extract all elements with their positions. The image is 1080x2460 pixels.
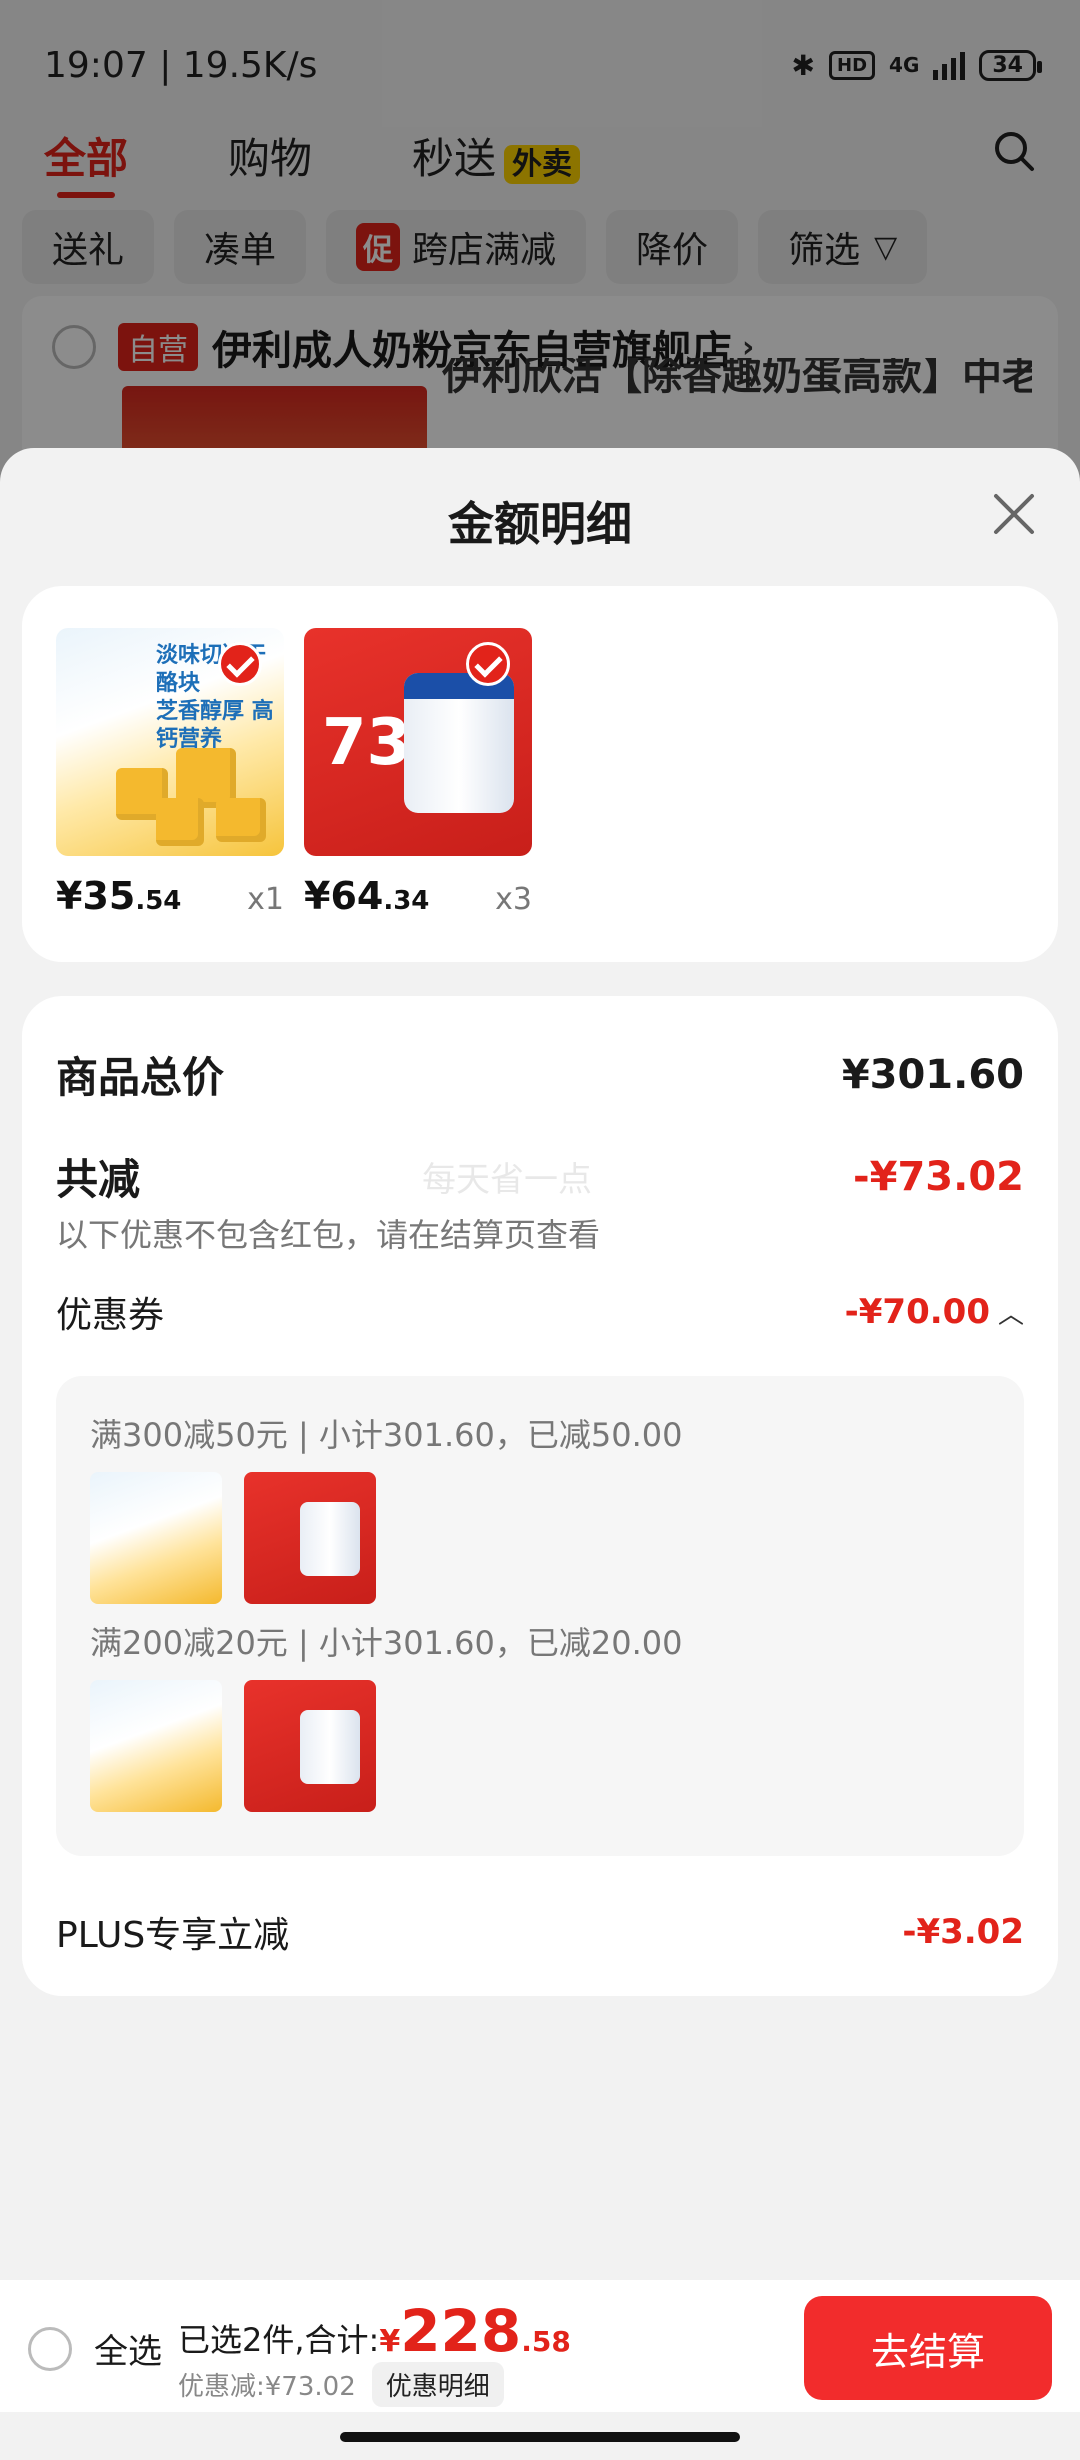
mini-thumb-cheese [90,1680,222,1812]
item-price: ¥64.34 [304,874,430,918]
plus-label: PLUS专享立减 [56,1915,290,1956]
currency-symbol: ¥ [379,2324,401,2359]
price-detail-card: 商品总价 ¥301.60 每天省一点 共减 -¥73.02 以下优惠不包含红包，… [22,996,1058,1996]
coupon-line-1: 满300减50元 | 小计301.60，已减50.00 [90,1416,683,1454]
item-price: ¥35.54 [56,874,182,918]
coupon-2-items [90,1680,376,1812]
total-row: 商品总价 ¥301.60 [56,1044,1024,1105]
discount-summary: 优惠减:¥73.02 [178,2372,356,2402]
amount-detail-sheet: 金额明细 淡味切达干酪块 芝香醇厚 高钙营养 ¥35.54 x1 73 ¥64.… [0,448,1080,2460]
thumb-big-number: 73 [322,706,412,780]
milk-can-graphic [404,673,514,813]
coupon-label: 优惠券 [56,1295,165,1336]
coupon-value: -¥70.00 [844,1292,990,1332]
close-icon[interactable] [990,490,1038,538]
sheet-title: 金额明细 [448,497,632,551]
coupon-breakdown: 满300减50元 | 小计301.60，已减50.00 满200减20元 | 小… [56,1376,1024,1856]
plus-discount-row: PLUS专享立减 -¥3.02 [56,1906,1024,1958]
selected-check-icon [218,642,262,686]
mini-thumb-milk [244,1472,376,1604]
items-card: 淡味切达干酪块 芝香醇厚 高钙营养 ¥35.54 x1 73 ¥64.34 x3 [22,586,1058,962]
selected-check-icon [466,642,510,686]
discount-label: 共减 [56,1155,141,1204]
select-all[interactable]: 全选 [28,2324,162,2373]
total-integer: 228 [400,2297,522,2365]
coupon-1-items [90,1472,376,1604]
mini-thumb-cheese [90,1472,222,1604]
cart-item-cheese[interactable]: 淡味切达干酪块 芝香醇厚 高钙营养 ¥35.54 x1 [56,628,284,918]
chevron-up-icon[interactable]: ︿ [998,1300,1024,1330]
checkout-summary: 已选2件,合计: ¥ 228 .58 [178,2302,571,2361]
checkout-bar: 全选 已选2件,合计: ¥ 228 .58 优惠减:¥73.02 优惠明细 去结… [0,2280,1080,2412]
select-all-label: 全选 [94,2332,162,2372]
checkout-discount: 优惠减:¥73.02 优惠明细 [178,2362,504,2407]
coupon-row[interactable]: 优惠券 -¥70.00 ︿ [56,1286,1024,1338]
discount-detail-button[interactable]: 优惠明细 [371,2362,504,2407]
discount-value: -¥73.02 [853,1153,1024,1200]
checkout-button[interactable]: 去结算 [804,2296,1052,2400]
total-decimal: .58 [521,2325,571,2358]
product-thumb-milk: 73 [304,628,532,856]
selected-count: 已选2件,合计: [178,2321,380,2359]
item-qty: x1 [247,882,284,917]
total-label: 商品总价 [56,1053,225,1102]
home-indicator[interactable] [340,2432,740,2442]
cart-item-milk-powder[interactable]: 73 ¥64.34 x3 [304,628,532,918]
discount-row: 共减 -¥73.02 [56,1146,1024,1207]
product-thumb-cheese: 淡味切达干酪块 芝香醇厚 高钙营养 [56,628,284,856]
total-value: ¥301.60 [841,1051,1024,1098]
item-qty: x3 [495,882,532,917]
coupon-line-2: 满200减20元 | 小计301.60，已减20.00 [90,1624,683,1662]
select-all-radio[interactable] [28,2326,72,2371]
coupon-value-wrap: -¥70.00 ︿ [845,1292,1024,1332]
mini-thumb-milk [244,1680,376,1812]
plus-value: -¥3.02 [902,1912,1024,1952]
discount-note: 以下优惠不包含红包，请在结算页查看 [56,1216,601,1254]
